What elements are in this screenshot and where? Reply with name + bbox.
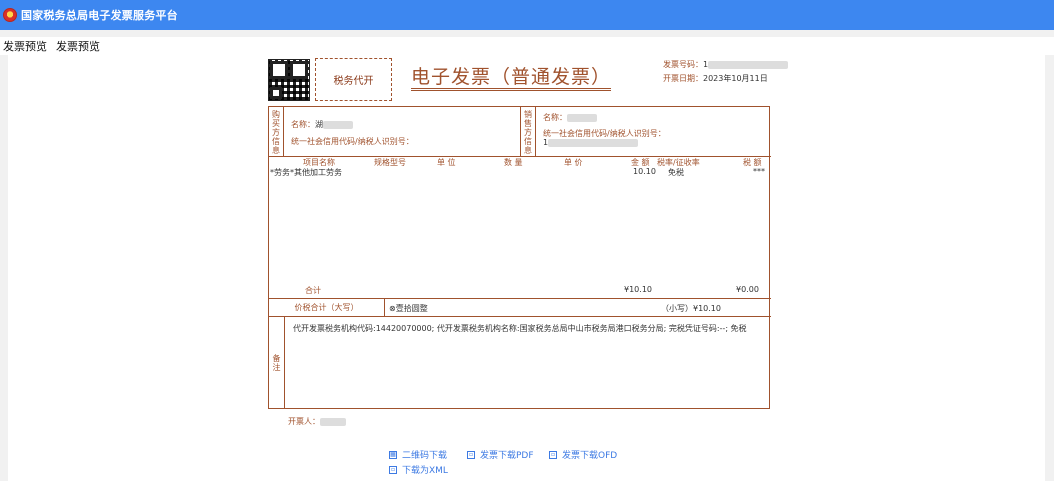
invoice-number-label: 发票号码： bbox=[663, 60, 703, 69]
pdf-icon: ▫ bbox=[467, 450, 475, 459]
invoice-frame: 购买方信息 名称：湖 统一社会信用代码/纳税人识别号： 销售方信息 名称： 统一… bbox=[268, 106, 771, 409]
title-underline bbox=[411, 88, 611, 91]
pdf-download-label: 发票下载PDF bbox=[480, 451, 534, 461]
ofd-icon: ▫ bbox=[549, 450, 557, 459]
seller-label: 销售方信息 bbox=[521, 107, 536, 157]
qrcode-download-link[interactable]: ▦ 二维码下载 bbox=[389, 448, 447, 461]
issuer: 开票人： bbox=[288, 416, 346, 427]
qrcode-download-label: 二维码下载 bbox=[402, 451, 448, 461]
xml-icon: ▫ bbox=[389, 465, 397, 474]
tax-emblem-icon bbox=[3, 8, 17, 22]
redacted-block bbox=[323, 120, 353, 129]
ofd-download-link[interactable]: ▫ 发票下载OFD bbox=[549, 448, 617, 461]
xml-download-link[interactable]: ▫ 下载为XML bbox=[389, 463, 448, 476]
platform-title: 国家税务总局电子发票服务平台 bbox=[21, 9, 178, 22]
tax-total-label: 价税合计（大写） bbox=[269, 299, 385, 316]
invoice-date-label: 开票日期： bbox=[663, 74, 703, 83]
buyer-label: 购买方信息 bbox=[269, 107, 284, 157]
seller-name-label: 名称： bbox=[543, 113, 567, 122]
items-header: 项目名称 规格型号 单 位 数 量 单 价 金 额 税率/征收率 税 额 bbox=[269, 157, 771, 167]
top-bar: 国家税务总局电子发票服务平台 bbox=[0, 0, 1054, 30]
qrcode-icon: ▦ bbox=[389, 450, 397, 459]
tab-bar: 发票预览 发票预览 bbox=[0, 37, 1054, 55]
header-unit: 单 位 bbox=[437, 158, 456, 167]
total-tax: ¥0.00 bbox=[736, 285, 759, 294]
item-name: *劳务*其他加工劳务 bbox=[270, 168, 342, 177]
buyer-name: 名称：湖 bbox=[291, 119, 353, 130]
item-amount: 10.10 bbox=[633, 167, 656, 176]
item-tax: *** bbox=[753, 167, 765, 176]
redacted-block bbox=[708, 60, 789, 69]
header-qty: 数 量 bbox=[504, 158, 523, 167]
issuer-label: 开票人： bbox=[288, 417, 320, 426]
buyer-section: 购买方信息 名称：湖 统一社会信用代码/纳税人识别号： bbox=[269, 107, 520, 157]
invoice-number: 发票号码：1 bbox=[663, 59, 789, 70]
header-price: 单 价 bbox=[564, 158, 583, 167]
qrcode-image bbox=[268, 59, 310, 101]
xml-download-label: 下载为XML bbox=[402, 466, 448, 476]
tax-total-upper: ⊗壹拾圆整 bbox=[389, 304, 428, 313]
total-amount: ¥10.10 bbox=[624, 285, 652, 294]
redacted-block bbox=[320, 417, 346, 426]
seller-name: 名称： bbox=[543, 112, 597, 123]
ofd-download-label: 发票下载OFD bbox=[562, 451, 618, 461]
remark-label: 备注 bbox=[269, 317, 285, 409]
buyer-tax-id: 统一社会信用代码/纳税人识别号： bbox=[291, 137, 414, 146]
tab-invoice-preview-2[interactable]: 发票预览 bbox=[56, 38, 100, 54]
invoice-title: 电子发票（普通发票） bbox=[411, 66, 612, 88]
buyer-name-value: 湖 bbox=[315, 120, 323, 129]
invoice-date: 开票日期：2023年10月11日 bbox=[663, 73, 768, 84]
total-label: 合计 bbox=[305, 286, 321, 295]
redacted-block bbox=[567, 113, 597, 122]
tax-stamp: 税务代开 bbox=[315, 58, 392, 101]
remark-text: 代开发票税务机构代码:14420070000; 代开发票税务机构名称:国家税务总… bbox=[293, 324, 747, 333]
redacted-block bbox=[548, 138, 639, 147]
header-spec: 规格型号 bbox=[374, 158, 406, 167]
seller-section: 销售方信息 名称： 统一社会信用代码/纳税人识别号： 1 bbox=[520, 107, 771, 157]
tax-total-lower: （小写）¥10.10 bbox=[661, 304, 721, 313]
tab-invoice-preview[interactable]: 发票预览 bbox=[3, 38, 47, 54]
total-row: 合计 ¥10.10 ¥0.00 bbox=[269, 283, 771, 299]
tax-total-row: 价税合计（大写） ⊗壹拾圆整 （小写）¥10.10 bbox=[269, 299, 771, 317]
invoice-date-value: 2023年10月11日 bbox=[703, 74, 768, 83]
pdf-download-link[interactable]: ▫ 发票下载PDF bbox=[467, 448, 534, 461]
buyer-name-label: 名称： bbox=[291, 120, 315, 129]
remark-section: 备注 代开发票税务机构代码:14420070000; 代开发票税务机构名称:国家… bbox=[269, 317, 771, 409]
seller-tax-id: 1 bbox=[543, 138, 639, 147]
item-rate: 免税 bbox=[668, 168, 684, 177]
